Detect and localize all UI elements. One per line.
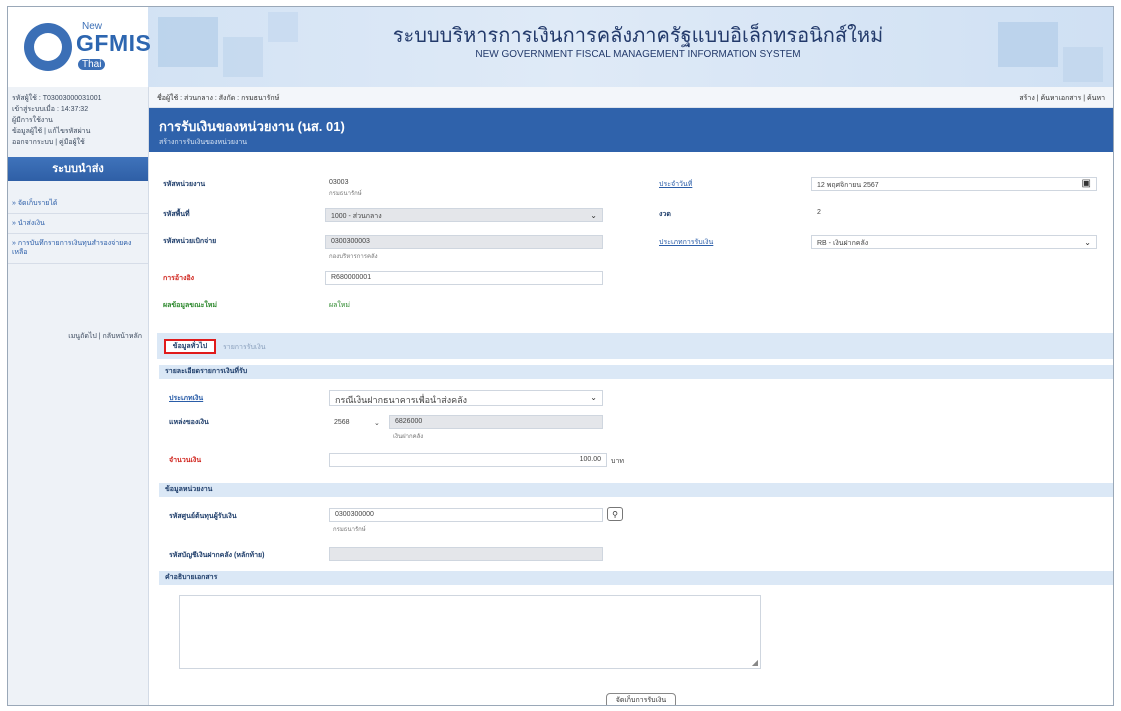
period-label: งวด <box>659 211 671 218</box>
area-value: 1000 - ส่วนกลาง <box>331 213 382 220</box>
divider <box>8 233 148 234</box>
disburse-code: 0300300003 <box>331 238 370 245</box>
chevron-down-icon: ⌄ <box>590 211 597 220</box>
amount-label: จำนวนเงิน <box>169 457 202 464</box>
tab-general-info[interactable]: ข้อมูลทั่วไป <box>164 339 216 354</box>
agency-code: 03003 <box>329 179 349 186</box>
header-decoration <box>223 37 263 77</box>
doc-date-value: 12 พฤศจิกายน 2567 <box>817 182 879 189</box>
calendar-icon[interactable]: ▣ <box>1082 178 1091 189</box>
section-agency-info: ข้อมูลหน่วยงาน <box>159 483 1113 497</box>
cost-center-input[interactable]: 0300300000 <box>329 508 603 522</box>
save-receipt-button[interactable]: จัดเก็บการรับเงิน <box>606 693 676 705</box>
header-decoration <box>158 17 218 67</box>
login-time: เข้าสู่ระบบเมื่อ : 14:37:32 <box>12 106 89 113</box>
emblem-icon <box>24 23 72 71</box>
user-info: รหัสผู้ใช้ : T03003000031001 เข้าสู่ระบบ… <box>12 93 102 148</box>
logo-gfmis-text: GFMIS <box>76 30 152 56</box>
header-banner: New GFMIS Thai ระบบบริหารการเงินการคลังภ… <box>8 7 1113 87</box>
currency-unit: บาท <box>611 458 624 465</box>
logout-links[interactable]: ออกจากระบบ | คู่มือผู้ใช้ <box>12 137 102 148</box>
tab-receipt-items[interactable]: รายการรับเงิน <box>223 342 266 353</box>
amount-input[interactable]: 100.00 <box>329 453 607 467</box>
section-description: คำอธิบายเอกสาร <box>159 571 1113 585</box>
fund-source-desc: เงินฝากคลัง <box>393 434 424 440</box>
sidebar-item-collect-revenue[interactable]: » จัดเก็บรายได้ <box>12 199 144 208</box>
section-receipt-details: รายละเอียดรายการเงินที่รับ <box>159 365 1113 379</box>
reference-label: การอ้างอิง <box>163 275 195 282</box>
area-select[interactable]: 1000 - ส่วนกลาง ⌄ <box>325 208 603 222</box>
amount-value: 100.00 <box>579 456 601 463</box>
receipt-type-select[interactable]: RB - เงินฝากคลัง ⌄ <box>811 235 1097 249</box>
status-label: ผลข้อมูลขณะใหม่ <box>163 302 217 309</box>
sidebar-nav-links[interactable]: เมนูถัดไป | กลับหน้าหลัก <box>68 331 142 342</box>
disburse-label: รหัสหน่วยเบิกจ่าย <box>163 238 217 245</box>
description-textarea[interactable]: ◢ <box>179 595 761 669</box>
user-code: รหัสผู้ใช้ : T03003000031001 <box>12 95 102 102</box>
agency-name: กรมธนารักษ์ <box>329 191 362 197</box>
sidebar-item-remit[interactable]: » นำส่งเงิน <box>12 219 144 228</box>
doc-date-input[interactable]: 12 พฤศจิกายน 2567 ▣ <box>811 177 1097 191</box>
doc-date-label: ประจำวันที่ <box>659 181 693 188</box>
page-title: การรับเงินของหน่วยงาน (นส. 01) <box>159 119 345 134</box>
receipt-type-value: RB - เงินฝากคลัง <box>817 240 869 247</box>
fund-source-year[interactable]: 2568 <box>334 419 350 426</box>
search-icon: ⚲ <box>612 510 618 519</box>
chevron-down-icon: ⌄ <box>590 393 597 402</box>
app-window: New GFMIS Thai ระบบบริหารการเงินการคลังภ… <box>7 6 1114 706</box>
deposit-account-field <box>329 547 603 561</box>
system-title-thai: ระบบบริหารการเงินการคลังภาครัฐแบบอิเล็กท… <box>392 23 884 47</box>
fund-source-code: 6826000 <box>395 418 423 425</box>
chevron-down-icon[interactable]: ⌄ <box>374 419 380 427</box>
money-type-value: กรณีเงินฝากธนาคารเพื่อนำส่งคลัง <box>335 395 468 405</box>
disburse-field: 0300300003 <box>325 235 603 249</box>
agency-label: รหัสหน่วยงาน <box>163 181 206 188</box>
period-value: 2 <box>817 209 821 216</box>
tab-bar: ข้อมูลทั่วไป รายการรับเงิน <box>157 333 1113 359</box>
header-decoration <box>268 12 298 42</box>
breadcrumb: ชื่อผู้ใช้ : ส่วนกลาง : สังกัด : กรมธนาร… <box>157 95 280 102</box>
fund-source-code-field: 6826000 <box>389 415 603 429</box>
status-value: ผลใหม่ <box>329 302 351 309</box>
search-button[interactable]: ⚲ <box>607 507 623 521</box>
logo-thai-text: Thai <box>78 59 106 70</box>
fund-source-label: แหล่งของเงิน <box>169 419 209 426</box>
main-content: ชื่อผู้ใช้ : ส่วนกลาง : สังกัด : กรมธนาร… <box>149 87 1113 705</box>
receipt-type-label: ประเภทการรับเงิน <box>659 239 714 246</box>
header-decoration <box>1063 47 1103 82</box>
divider <box>8 263 148 264</box>
money-type-label: ประเภทเงิน <box>169 395 204 402</box>
page-title-bar: การรับเงินของหน่วยงาน (นส. 01) สร้างการร… <box>149 108 1113 152</box>
reference-input[interactable]: R680000001 <box>325 271 603 285</box>
sidebar: รหัสผู้ใช้ : T03003000031001 เข้าสู่ระบบ… <box>8 87 149 705</box>
disburse-name: กองบริหารการคลัง <box>329 254 378 260</box>
user-status: ผู้มีการใช้งาน <box>12 117 53 124</box>
user-links[interactable]: ข้อมูลผู้ใช้ | แก้ไขรหัสผ่าน <box>12 126 102 137</box>
area-label: รหัสพื้นที่ <box>163 211 190 218</box>
page-subtitle: สร้างการรับเงินของหน่วยงาน <box>159 139 248 146</box>
money-type-select[interactable]: กรณีเงินฝากธนาคารเพื่อนำส่งคลัง ⌄ <box>329 390 603 406</box>
top-links[interactable]: สร้าง | ค้นหาเอกสาร | ค้นหา <box>1019 93 1105 104</box>
header-decoration <box>998 22 1058 67</box>
system-title-english: NEW GOVERNMENT FISCAL MANAGEMENT INFORMA… <box>475 49 801 60</box>
deposit-account-label: รหัสบัญชีเงินฝากคลัง (หลักท้าย) <box>169 552 265 559</box>
resize-handle-icon[interactable]: ◢ <box>752 658 758 667</box>
breadcrumb-bar: ชื่อผู้ใช้ : ส่วนกลาง : สังกัด : กรมธนาร… <box>149 87 1113 108</box>
divider <box>8 213 148 214</box>
sidebar-menu-title: ระบบนำส่ง <box>8 157 148 181</box>
sidebar-item-reserve-fund[interactable]: » การบันทึกรายการเงินทุนสำรองจ่ายคงเหลือ <box>12 239 144 257</box>
cost-center-label: รหัสศูนย์ต้นทุนผู้รับเงิน <box>169 513 237 520</box>
chevron-down-icon: ⌄ <box>1084 238 1091 247</box>
gfmis-logo: New GFMIS Thai <box>8 7 152 87</box>
reference-value: R680000001 <box>331 274 372 281</box>
cost-center-value: 0300300000 <box>335 511 374 518</box>
cost-center-name: กรมธนารักษ์ <box>333 527 366 533</box>
